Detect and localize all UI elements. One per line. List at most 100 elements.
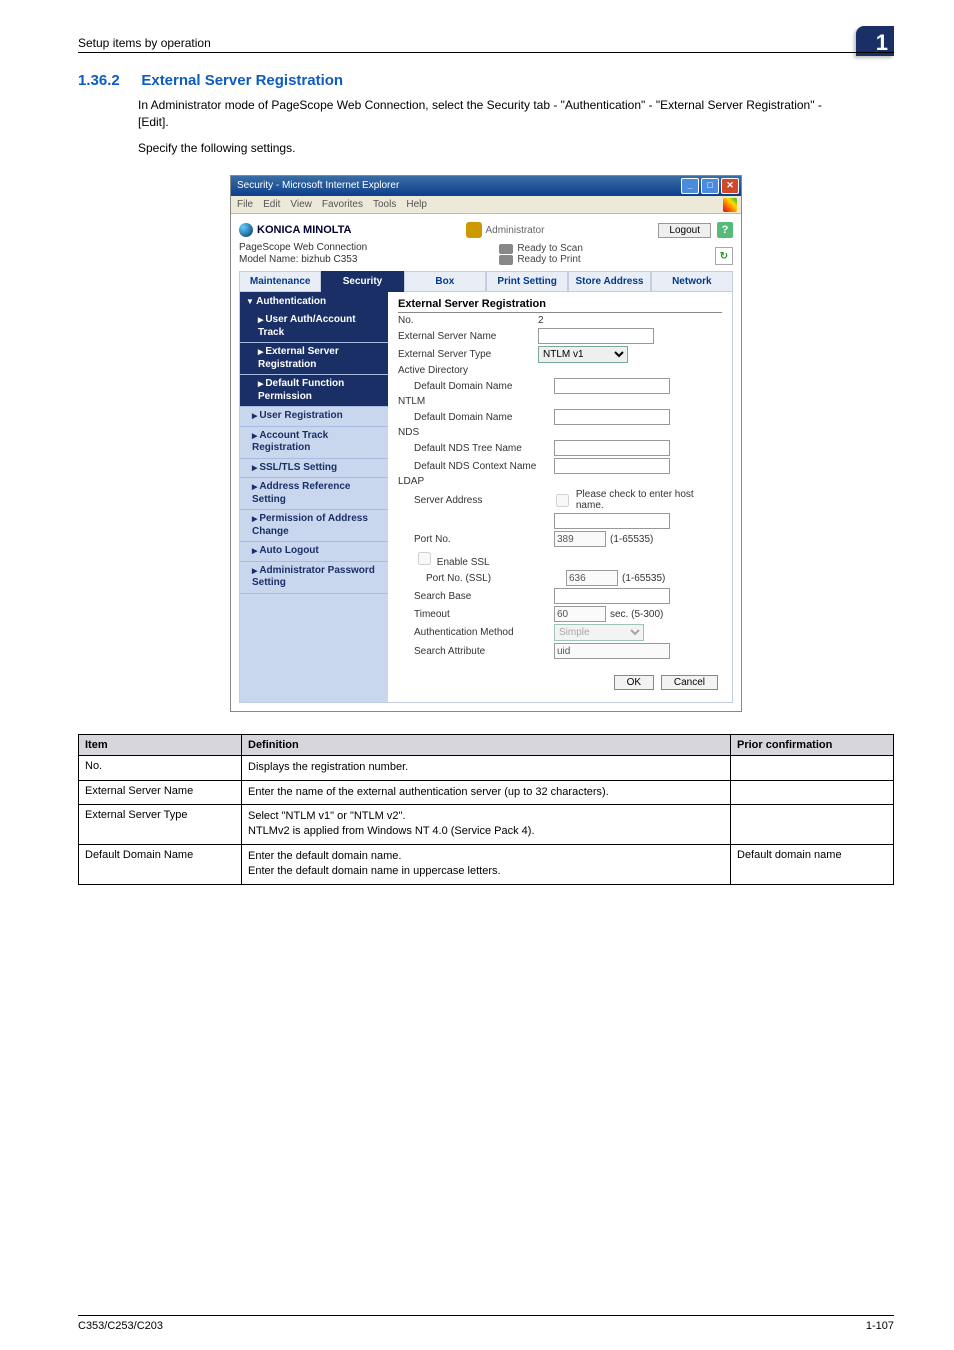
webconn-label: PageScope Web Connection	[239, 242, 367, 253]
ddn-label: Default Domain Name	[398, 381, 554, 392]
definitions-table: Item Definition Prior confirmation No. D…	[78, 734, 894, 884]
timeout-hint: sec. (5-300)	[610, 609, 663, 620]
est-select[interactable]: NTLM v1	[538, 346, 628, 363]
sidebar-header[interactable]: Authentication	[240, 292, 388, 311]
footer-page: 1-107	[866, 1320, 894, 1332]
portno-ssl-input[interactable]	[566, 570, 618, 586]
minimize-icon[interactable]: _	[681, 178, 699, 194]
status-ready-print: Ready to Print	[517, 254, 580, 265]
server-addr-label: Server Address	[398, 495, 552, 506]
sidebar-item-auto-logout[interactable]: Auto Logout	[240, 542, 388, 562]
close-icon[interactable]: ✕	[721, 178, 739, 194]
esn-input[interactable]	[538, 328, 654, 344]
refresh-icon[interactable]: ↻	[715, 247, 733, 265]
brand-mark-icon	[239, 223, 253, 237]
searchattr-label: Search Attribute	[398, 646, 554, 657]
server-addr-input[interactable]	[554, 513, 670, 529]
section-number: 1.36.2	[78, 72, 138, 89]
sidebar-item-admin-pwd[interactable]: Administrator Password Setting	[240, 562, 388, 594]
nds-ctx-input[interactable]	[554, 458, 670, 474]
authmethod-select[interactable]: Simple	[554, 624, 644, 641]
nds-ctx-label: Default NDS Context Name	[398, 461, 554, 472]
portno-input[interactable]	[554, 531, 606, 547]
section-title: External Server Registration	[141, 72, 343, 89]
paragraph: Specify the following settings.	[138, 140, 838, 157]
ok-button[interactable]: OK	[614, 675, 654, 690]
searchbase-label: Search Base	[398, 591, 554, 602]
ad-group: Active Directory	[398, 365, 722, 376]
paragraph: In Administrator mode of PageScope Web C…	[138, 97, 838, 132]
breadcrumb: Setup items by operation	[78, 36, 211, 50]
ssl-checkbox[interactable]	[418, 552, 431, 565]
admin-icon	[466, 222, 482, 238]
logout-button[interactable]: Logout	[658, 223, 711, 238]
timeout-input[interactable]	[554, 606, 606, 622]
no-value: 2	[538, 315, 544, 326]
searchbase-input[interactable]	[554, 588, 670, 604]
tab-box[interactable]: Box	[404, 271, 486, 292]
table-row: External Server Type Select "NTLM v1" or…	[79, 804, 894, 844]
timeout-label: Timeout	[398, 609, 554, 620]
tab-security[interactable]: Security	[321, 271, 403, 292]
menu-file[interactable]: File	[237, 199, 253, 210]
admin-label: Administrator	[486, 225, 545, 236]
screenshot-window: Security - Microsoft Internet Explorer _…	[230, 175, 742, 712]
menu-tools[interactable]: Tools	[373, 199, 396, 210]
window-titlebar: Security - Microsoft Internet Explorer _…	[231, 176, 741, 196]
sidebar-item-ssl-tls[interactable]: SSL/TLS Setting	[240, 459, 388, 479]
panel-title: External Server Registration	[398, 298, 722, 313]
sidebar-item-user-reg[interactable]: User Registration	[240, 407, 388, 427]
nds-tree-input[interactable]	[554, 440, 670, 456]
menu-edit[interactable]: Edit	[263, 199, 280, 210]
brand-logo: KONICA MINOLTA	[239, 223, 352, 237]
model-label: Model Name: bizhub C353	[239, 254, 367, 265]
tab-store-address[interactable]: Store Address	[568, 271, 650, 292]
cancel-button[interactable]: Cancel	[661, 675, 718, 690]
sidebar-item-addr-ref[interactable]: Address Reference Setting	[240, 478, 388, 510]
nds-tree-label: Default NDS Tree Name	[398, 443, 554, 454]
est-label: External Server Type	[398, 349, 538, 360]
form-panel: External Server Registration No.2 Extern…	[388, 292, 732, 702]
col-item: Item	[79, 735, 242, 756]
no-label: No.	[398, 315, 538, 326]
window-title: Security - Microsoft Internet Explorer	[237, 176, 399, 196]
status-ready-scan: Ready to Scan	[517, 243, 583, 254]
col-definition: Definition	[242, 735, 731, 756]
tab-print-setting[interactable]: Print Setting	[486, 271, 568, 292]
col-prior: Prior confirmation	[731, 735, 894, 756]
footer-model: C353/C253/C203	[78, 1320, 163, 1332]
hostname-checkbox[interactable]	[556, 494, 569, 507]
tab-bar: Maintenance Security Box Print Setting S…	[239, 271, 733, 292]
table-row: Default Domain Name Enter the default do…	[79, 844, 894, 884]
portno-hint: (1-65535)	[610, 534, 653, 545]
ie-flag-icon	[723, 198, 737, 212]
ddn2-input[interactable]	[554, 409, 670, 425]
scanner-icon	[499, 244, 513, 254]
header-rule	[78, 52, 894, 53]
sidebar: Authentication User Auth/Account Track E…	[240, 292, 388, 702]
sidebar-item-perm-addr[interactable]: Permission of Address Change	[240, 510, 388, 542]
maximize-icon[interactable]: □	[701, 178, 719, 194]
tab-network[interactable]: Network	[651, 271, 733, 292]
sidebar-item-account-track[interactable]: Account Track Registration	[240, 427, 388, 459]
sidebar-item-user-auth[interactable]: User Auth/Account Track	[240, 311, 388, 343]
hostname-hint: Please check to enter host name.	[576, 489, 722, 511]
menu-favorites[interactable]: Favorites	[322, 199, 363, 210]
ddn-input[interactable]	[554, 378, 670, 394]
esn-label: External Server Name	[398, 331, 538, 342]
menu-help[interactable]: Help	[406, 199, 427, 210]
help-icon[interactable]: ?	[717, 222, 733, 238]
portno-ssl-label: Port No. (SSL)	[398, 573, 566, 584]
menu-view[interactable]: View	[290, 199, 312, 210]
ntlm-group: NTLM	[398, 396, 722, 407]
printer-icon	[499, 255, 513, 265]
authmethod-label: Authentication Method	[398, 627, 554, 638]
portno-label: Port No.	[398, 534, 554, 545]
sidebar-item-ext-server[interactable]: External Server Registration	[240, 343, 388, 375]
ldap-group: LDAP	[398, 476, 722, 487]
searchattr-input[interactable]	[554, 643, 670, 659]
sidebar-item-default-func[interactable]: Default Function Permission	[240, 375, 388, 407]
ddn2-label: Default Domain Name	[398, 412, 554, 423]
table-row: External Server Name Enter the name of t…	[79, 780, 894, 804]
tab-maintenance[interactable]: Maintenance	[239, 271, 321, 292]
